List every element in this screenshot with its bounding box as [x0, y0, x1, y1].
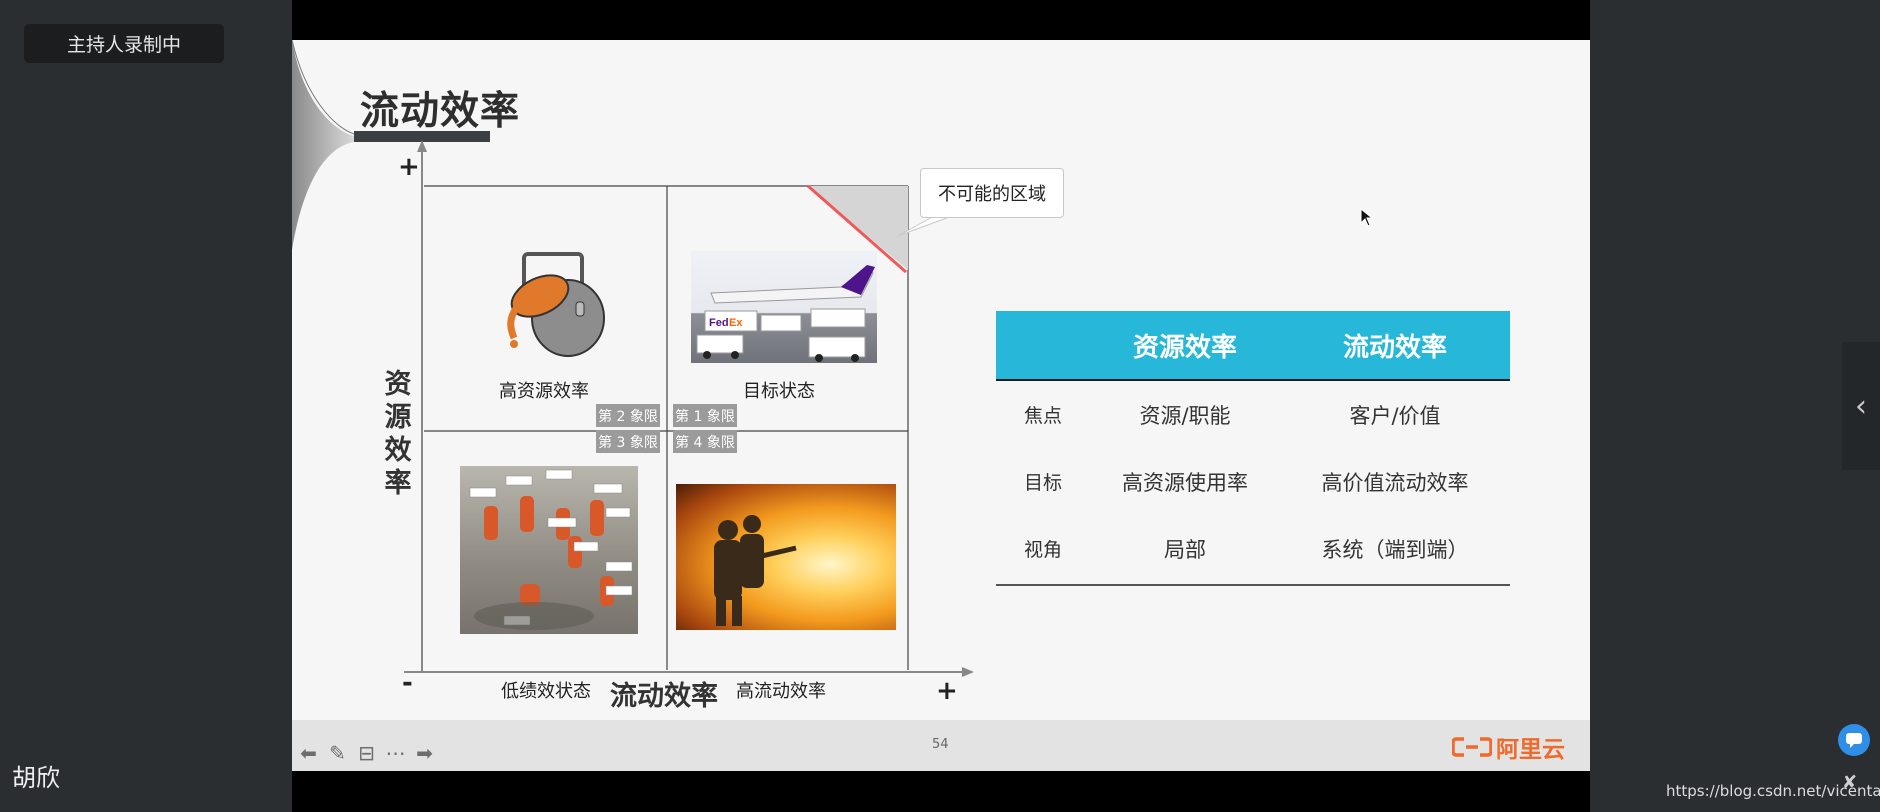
row-resource-value: 资源/职能	[1139, 403, 1231, 428]
table-bottom-rule	[996, 584, 1510, 586]
row-resource-value: 局部	[1164, 537, 1206, 562]
x-axis-minus: -	[402, 668, 413, 698]
aliyun-logo: 阿里云	[1452, 730, 1565, 764]
quadrant-caption-target-state: 目标状态	[743, 381, 815, 402]
page-number: 54	[932, 737, 949, 752]
quadrant-caption-low-performance: 低绩效状态	[501, 681, 591, 702]
row-key: 目标	[1023, 472, 1062, 494]
table-row: 视角 局部 系统（端到端）	[996, 515, 1510, 582]
quadrant-3-tag: 第 3 象限	[596, 430, 660, 453]
collapse-panel-chevron-icon[interactable]: ‹	[1842, 342, 1880, 470]
subtitle-icon[interactable]: ⊟	[354, 740, 379, 765]
row-resource-value: 高资源使用率	[1122, 470, 1248, 495]
x-axis-arrow	[962, 667, 974, 677]
x-axis-label: 流动效率	[610, 681, 718, 712]
slide-stage: 流动效率 不可能的区域 + - + 资源效率 流动效率 高资源效率 Fed Ex…	[292, 0, 1590, 812]
comparison-table: 资源效率 流动效率 焦点 资源/职能 客户/价值 目标 高资源使用率 高价值流动…	[996, 311, 1510, 586]
svg-text:Fed: Fed	[709, 317, 729, 329]
table-row: 目标 高资源使用率 高价值流动效率	[996, 448, 1510, 515]
more-icon[interactable]: ⋯	[383, 740, 408, 765]
table-row: 焦点 资源/职能 客户/价值	[996, 381, 1510, 448]
mouse-cursor-icon	[1360, 208, 1374, 227]
quadrant-1-tag: 第 1 象限	[673, 404, 737, 427]
svg-text:Ex: Ex	[729, 317, 743, 329]
quadrant-caption-high-resource: 高资源效率	[499, 381, 589, 402]
comparison-header-flow: 流动效率	[1342, 332, 1447, 363]
comparison-header-row: 资源效率 流动效率	[996, 311, 1510, 381]
x-axis-plus: +	[936, 676, 958, 706]
row-key: 焦点	[1023, 405, 1062, 427]
back-arrow-icon[interactable]: ⬅	[296, 740, 321, 765]
presenter-name: 胡欣	[12, 764, 60, 792]
firefighters-image	[676, 484, 896, 630]
row-flow-value: 客户/价值	[1349, 403, 1441, 428]
workers-digging-image	[460, 466, 638, 634]
logo-text: 阿里云	[1496, 737, 1565, 763]
aliyun-mark-icon	[1452, 737, 1492, 757]
bucket-pour-image	[488, 248, 620, 366]
row-flow-value: 系统（端到端）	[1321, 537, 1469, 562]
slide: 流动效率 不可能的区域 + - + 资源效率 流动效率 高资源效率 Fed Ex…	[292, 40, 1590, 771]
y-axis-plus: +	[398, 152, 420, 182]
y-axis-label: 资源效率	[384, 369, 412, 499]
quadrant-4-tag: 第 4 象限	[673, 430, 737, 453]
comparison-header-resource: 资源效率	[1132, 332, 1237, 363]
quadrant-2-tag: 第 2 象限	[596, 404, 660, 427]
y-axis-arrow	[417, 140, 427, 152]
slideshow-toolbar: ⬅ ✎ ⊟ ⋯ ➡	[296, 740, 437, 765]
recording-badge: 主持人录制中	[24, 24, 224, 63]
chat-icon[interactable]	[1838, 724, 1870, 756]
pen-icon[interactable]: ✎	[325, 740, 350, 765]
meeting-window: 主持人录制中 胡欣 流动效率 不可能的区域 + - + 资源效率 流动效率 高资…	[0, 0, 1880, 812]
row-flow-value: 高价值流动效率	[1321, 470, 1469, 495]
watermark-url: https://blog.csdn.net/vicentan	[1666, 782, 1880, 800]
forward-arrow-icon[interactable]: ➡	[412, 740, 437, 765]
row-key: 视角	[1023, 539, 1062, 561]
quadrant-caption-high-flow: 高流动效率	[736, 681, 826, 702]
impossible-area-callout: 不可能的区域	[920, 168, 1064, 218]
fedex-fleet-image: Fed Ex	[691, 251, 877, 363]
